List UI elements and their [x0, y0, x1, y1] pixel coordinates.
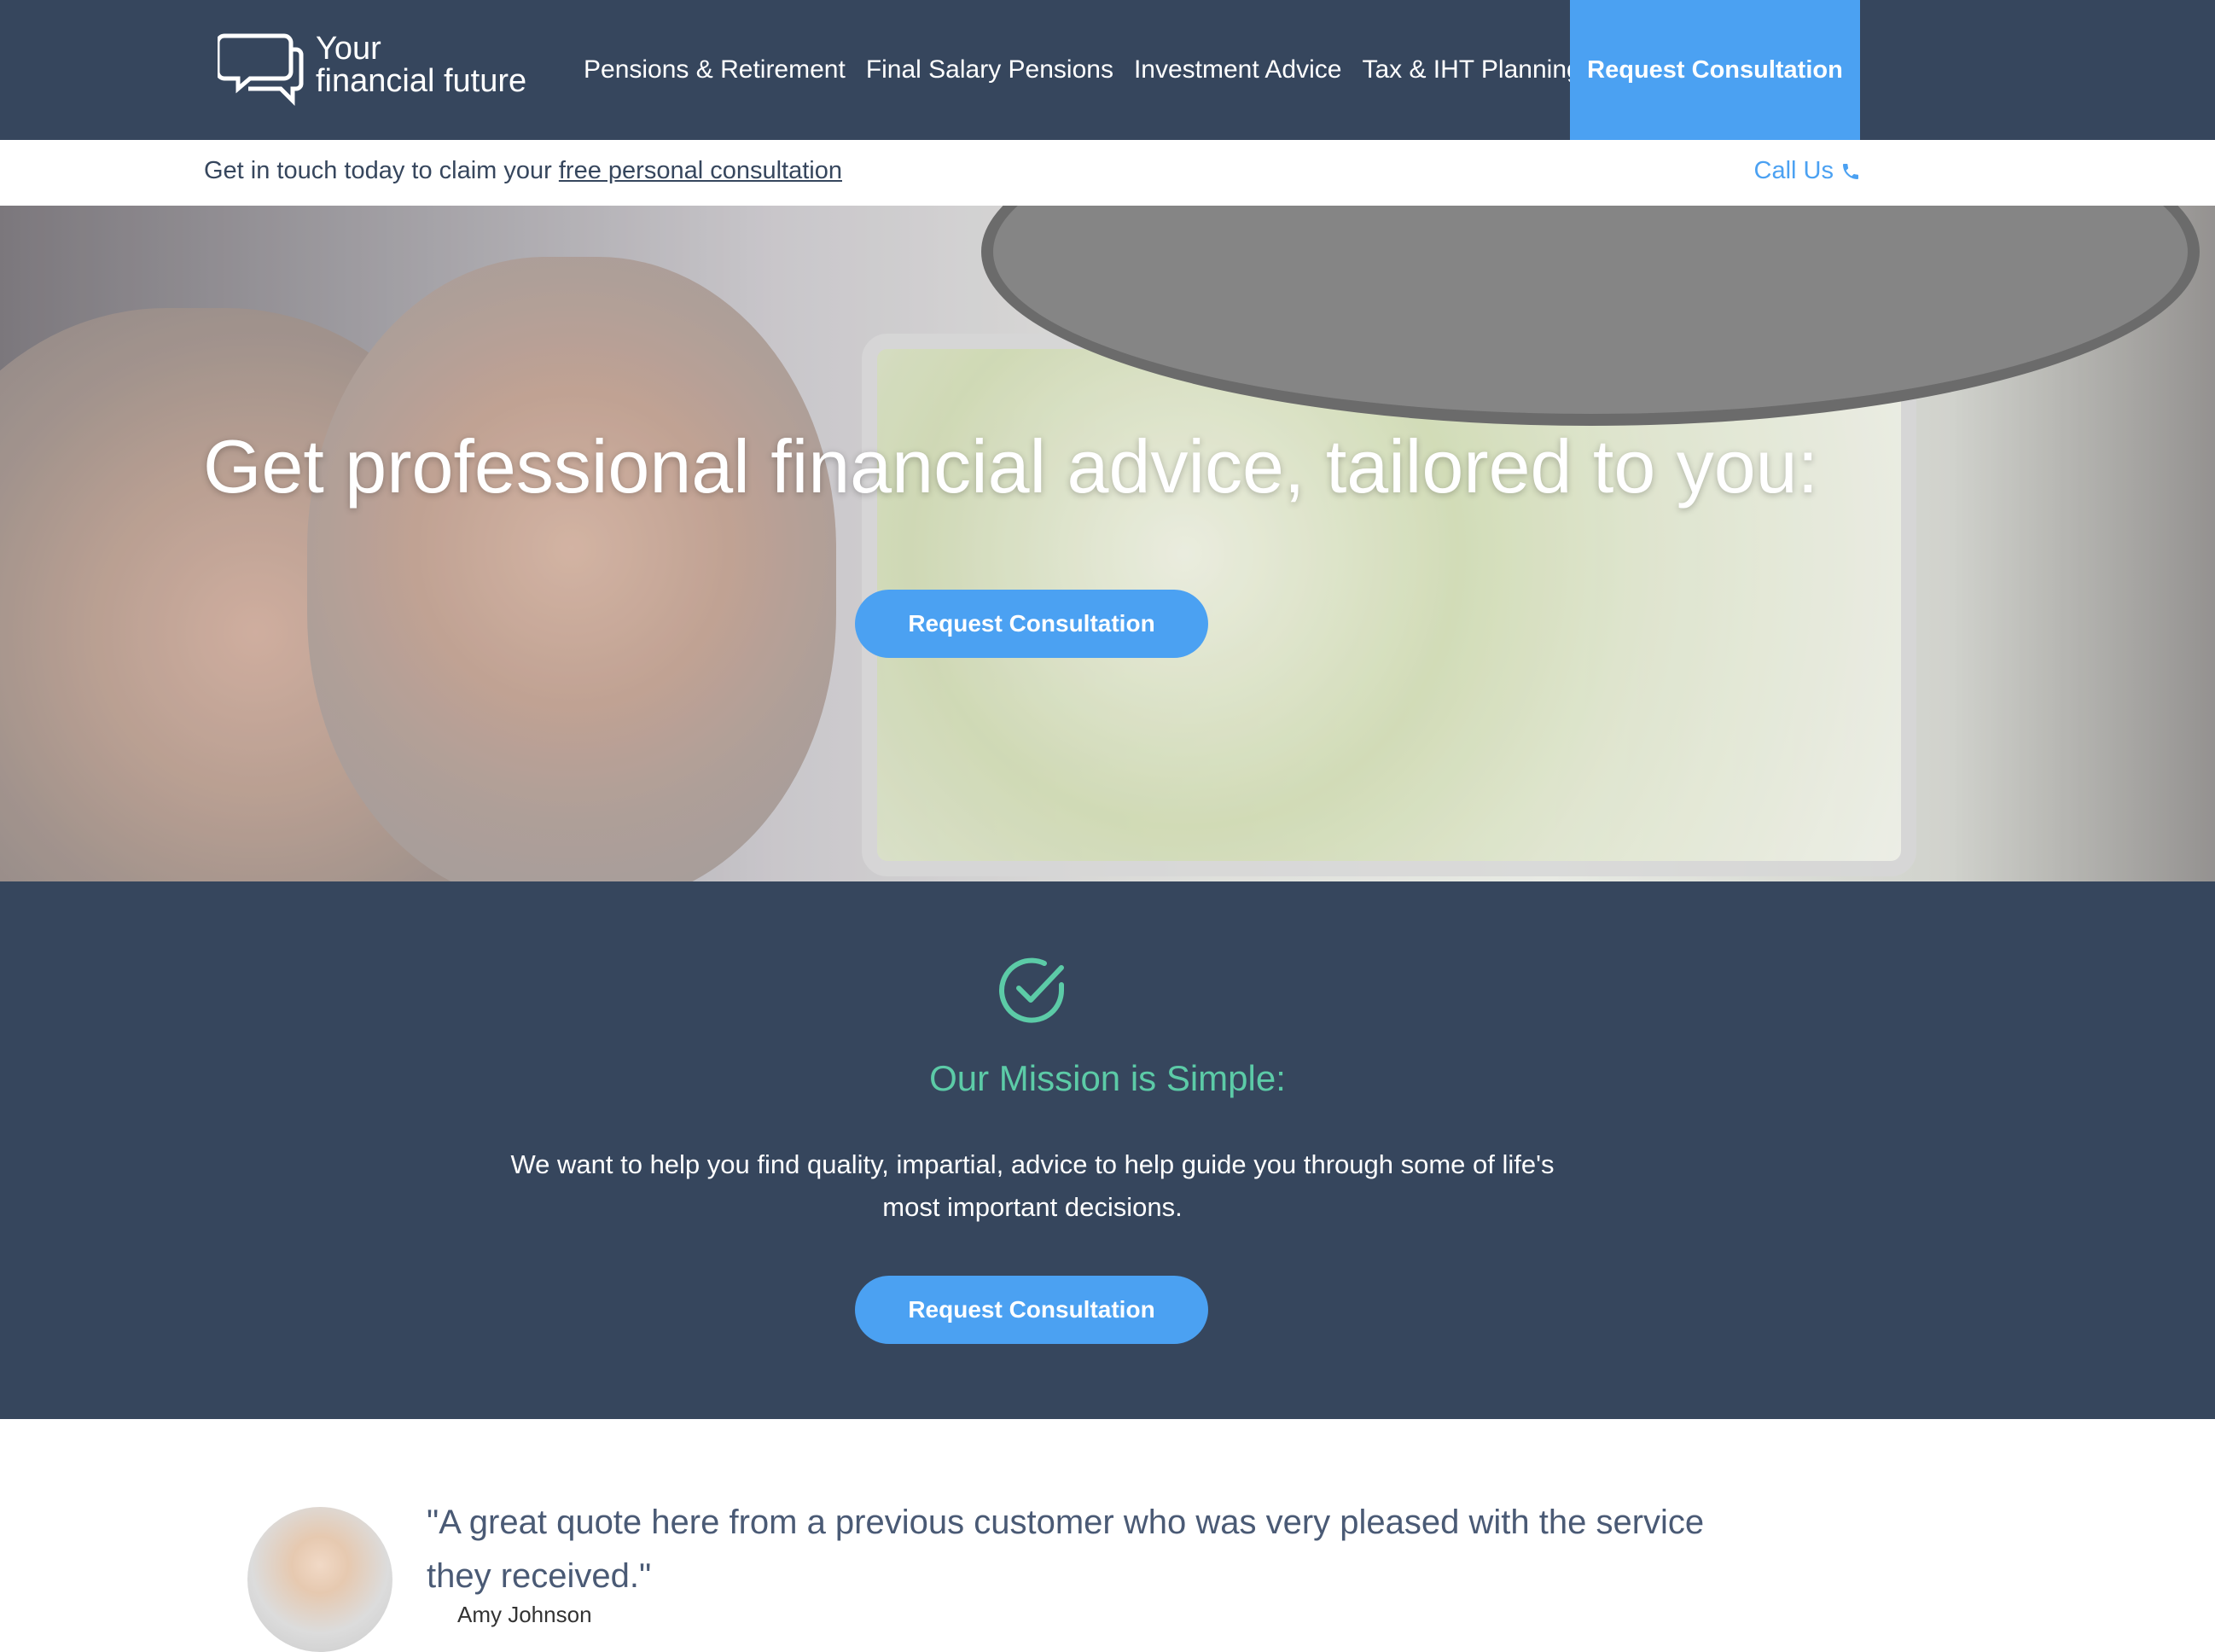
mission-section: Our Mission is Simple: We want to help y… — [0, 881, 2215, 1419]
hero-title: Get professional financial advice, tailo… — [203, 424, 1819, 509]
mission-request-consultation-button[interactable]: Request Consultation — [855, 1276, 1208, 1344]
call-us-link[interactable]: Call Us — [1754, 157, 1861, 185]
hero-overlay — [0, 206, 2215, 881]
nav-tax-iht-planning[interactable]: Tax & IHT Planning — [1362, 55, 1580, 84]
hero-request-consultation-button[interactable]: Request Consultation — [855, 590, 1208, 658]
logo-line-2: financial future — [316, 63, 527, 99]
contact-bar: Get in touch today to claim your free pe… — [0, 140, 2215, 206]
hero-section: Get professional financial advice, tailo… — [0, 206, 2215, 881]
testimonial-section: "A great quote here from a previous cust… — [0, 1419, 2215, 1652]
logo[interactable]: Your financial future — [218, 31, 542, 108]
mission-text: We want to help you find quality, impart… — [510, 1149, 1555, 1222]
mission-title: Our Mission is Simple: — [929, 1058, 1286, 1098]
site-header: Your financial future Pensions & Retirem… — [0, 0, 2215, 140]
contact-bar-text: Get in touch today to claim your — [204, 157, 559, 184]
free-consultation-link[interactable]: free personal consultation — [559, 157, 842, 184]
testimonial-quote: "A great quote here from a previous cust… — [427, 1504, 1705, 1595]
main-nav: Pensions & Retirement Final Salary Pensi… — [584, 0, 1602, 140]
nav-investment-advice[interactable]: Investment Advice — [1134, 55, 1341, 84]
testimonial-author: Amy Johnson — [457, 1602, 592, 1627]
nav-pensions-retirement[interactable]: Pensions & Retirement — [584, 55, 846, 84]
header-request-consultation-button[interactable]: Request Consultation — [1570, 0, 1860, 140]
nav-final-salary-pensions[interactable]: Final Salary Pensions — [866, 55, 1113, 84]
logo-line-1: Your — [316, 31, 381, 67]
chat-bubbles-icon — [218, 33, 304, 107]
customer-avatar — [247, 1507, 392, 1652]
check-circle-icon — [999, 957, 1064, 1023]
call-us-label: Call Us — [1753, 157, 1834, 184]
phone-icon — [1843, 163, 1858, 179]
